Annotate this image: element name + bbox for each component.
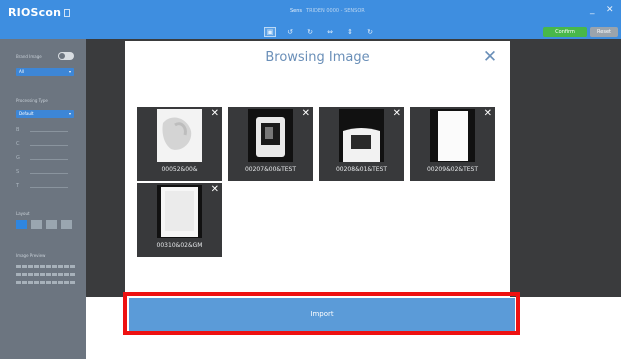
remove-image-icon[interactable]: ✕ bbox=[302, 108, 310, 120]
layout-grid-icon[interactable] bbox=[61, 220, 72, 229]
layout-quad-icon[interactable] bbox=[46, 220, 57, 229]
layout-single-icon[interactable] bbox=[16, 220, 27, 229]
preview-thumbnails-row3[interactable] bbox=[16, 281, 76, 289]
title-bar: RIOScon Sens TRIDEN 0000 - SENSOR _ ✕ bbox=[0, 0, 621, 27]
reset-button[interactable]: Reset bbox=[590, 27, 618, 37]
reset-icon[interactable]: ↻ bbox=[364, 27, 376, 37]
image-toolbar: ▣ ↺ ↻ ⇔ ⇕ ↻ bbox=[264, 27, 376, 37]
brand-image-label: Brand Image bbox=[16, 54, 42, 59]
processing-type-label: Processing Type bbox=[16, 98, 48, 103]
app-window: RIOScon Sens TRIDEN 0000 - SENSOR _ ✕ ▣ ↺… bbox=[0, 0, 621, 359]
threshold-slider[interactable]: T bbox=[16, 183, 76, 191]
confirm-button[interactable]: Confirm bbox=[543, 27, 587, 37]
chevron-down-icon: ▾ bbox=[68, 111, 71, 116]
image-name: 00208&01&TEST bbox=[335, 166, 387, 173]
minimize-button[interactable]: _ bbox=[590, 5, 595, 15]
image-preview-label: Image Preview bbox=[16, 253, 46, 258]
xray-thumbnail bbox=[248, 109, 293, 162]
remove-image-icon[interactable]: ✕ bbox=[484, 108, 492, 120]
layout-label: Layout bbox=[16, 211, 30, 216]
preview-thumbnails[interactable] bbox=[16, 265, 76, 273]
remove-image-icon[interactable]: ✕ bbox=[211, 108, 219, 120]
image-card[interactable]: ✕ 00310&02&GM bbox=[137, 183, 222, 257]
xray-thumbnail bbox=[339, 109, 384, 162]
browsing-image-dialog: Browsing Image ✕ ✕ 00052&00& ✕ 00207&00&… bbox=[125, 41, 510, 297]
remove-image-icon[interactable]: ✕ bbox=[393, 108, 401, 120]
flip-horizontal-icon[interactable]: ⇔ bbox=[324, 27, 336, 37]
image-name: 00052&00& bbox=[161, 166, 198, 173]
settings-sidebar: Brand Image All ▾ Processing Type Default… bbox=[0, 39, 86, 359]
import-highlight-box bbox=[123, 292, 520, 335]
rotate-left-icon[interactable]: ↺ bbox=[284, 27, 296, 37]
gamma-slider[interactable]: G bbox=[16, 155, 76, 163]
remove-image-icon[interactable]: ✕ bbox=[211, 184, 219, 196]
window-title: Sens TRIDEN 0000 - SENSOR bbox=[290, 8, 365, 14]
preview-thumbnails-row2[interactable] bbox=[16, 273, 76, 281]
rotate-right-icon[interactable]: ↻ bbox=[304, 27, 316, 37]
layout-double-icon[interactable] bbox=[31, 220, 42, 229]
image-card[interactable]: ✕ 00209&02&TEST bbox=[410, 107, 495, 181]
processing-type-select[interactable]: Default ▾ bbox=[16, 110, 74, 118]
device-icon bbox=[64, 9, 71, 17]
brand-select[interactable]: All ▾ bbox=[16, 68, 74, 76]
image-card[interactable]: ✕ 00207&00&TEST bbox=[228, 107, 313, 181]
select-icon[interactable]: ▣ bbox=[264, 27, 276, 37]
image-name: 00209&02&TEST bbox=[426, 166, 478, 173]
contrast-slider[interactable]: C bbox=[16, 141, 76, 149]
image-card[interactable]: ✕ 00208&01&TEST bbox=[319, 107, 404, 181]
image-card[interactable]: ✕ 00052&00& bbox=[137, 107, 222, 181]
dialog-title: Browsing Image bbox=[265, 50, 370, 65]
xray-thumbnail bbox=[157, 109, 202, 162]
layout-options bbox=[16, 220, 72, 229]
brand-image-toggle[interactable] bbox=[58, 52, 74, 60]
xray-thumbnail bbox=[430, 109, 475, 162]
close-window-button[interactable]: ✕ bbox=[606, 5, 614, 15]
sharpness-slider[interactable]: S bbox=[16, 169, 76, 177]
image-name: 00207&00&TEST bbox=[244, 166, 296, 173]
chevron-down-icon: ▾ bbox=[68, 69, 71, 74]
app-logo: RIOScon bbox=[8, 6, 71, 19]
brightness-slider[interactable]: B bbox=[16, 127, 76, 135]
image-name: 00310&02&GM bbox=[156, 242, 203, 249]
xray-thumbnail bbox=[157, 185, 202, 238]
close-dialog-icon[interactable]: ✕ bbox=[480, 47, 500, 67]
flip-vertical-icon[interactable]: ⇕ bbox=[344, 27, 356, 37]
